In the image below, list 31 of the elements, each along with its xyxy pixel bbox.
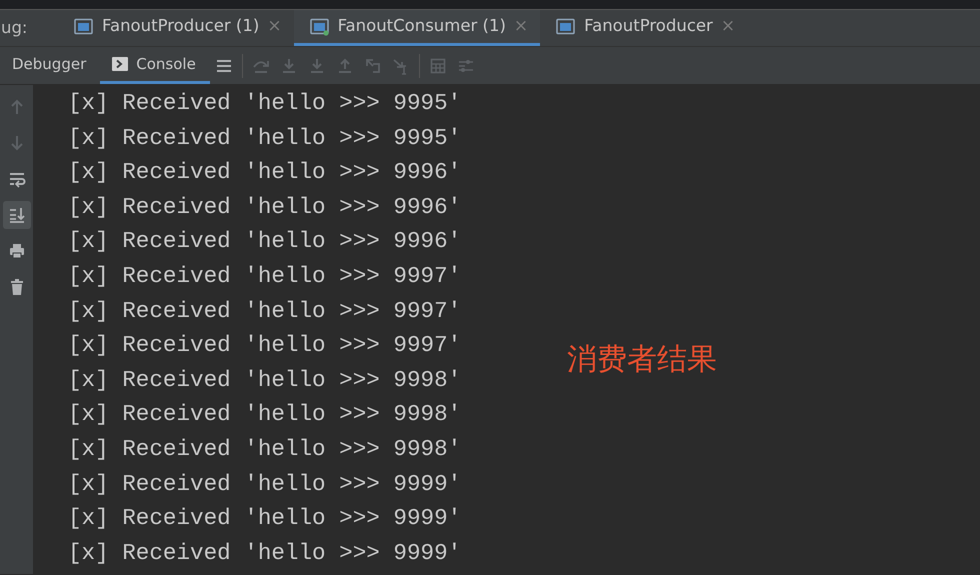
- calculator-icon: [428, 56, 447, 74]
- window-icon: [556, 18, 576, 36]
- printer-icon: [8, 242, 26, 260]
- run-tab[interactable]: FanoutConsumer (1) ×: [294, 10, 540, 46]
- console-line: [x] Received 'hello >>> 9998': [68, 400, 462, 430]
- console-line: [x] Received 'hello >>> 9996': [68, 227, 462, 256]
- console-line: [x] Received 'hello >>> 9996': [68, 158, 462, 188]
- scroll-to-end-icon: [8, 206, 26, 224]
- soft-wrap-icon: [8, 170, 26, 188]
- console-line: [x] Received 'hello >>> 9998': [68, 434, 462, 464]
- console-line: [x] Received 'hello >>> 9999': [68, 538, 462, 568]
- tool-tab[interactable]: Console: [100, 47, 210, 84]
- console-line: [x] Received 'hello >>> 9996': [68, 192, 462, 222]
- console-line: [x] Received 'hello >>> 9995': [68, 124, 462, 153]
- drop-frame-icon: [364, 56, 382, 74]
- gutter-button[interactable]: [2, 201, 30, 229]
- console-line: [x] Received 'hello >>> 9997': [68, 331, 462, 360]
- panel-label: ug:: [0, 16, 28, 39]
- tool-tab[interactable]: Debugger: [0, 47, 100, 84]
- console-line: [x] Received 'hello >>> 9997': [68, 262, 462, 291]
- run-tab[interactable]: FanoutProducer (1) ×: [58, 10, 294, 46]
- console-line: [x] Received 'hello >>> 9999': [68, 470, 462, 499]
- console-line: [x] Received 'hello >>> 9995': [68, 89, 462, 118]
- console-line: [x] Received 'hello >>> 9999': [68, 504, 462, 534]
- window-icon: [74, 18, 94, 36]
- annotation-text: 消费者结果: [567, 341, 717, 379]
- console-icon: [112, 56, 128, 72]
- console-line: [x] Received 'hello >>> 9997': [68, 296, 462, 326]
- window-icon: [310, 18, 330, 36]
- console-line: [x] Received 'hello >>> 9998': [68, 366, 462, 395]
- run-tab[interactable]: FanoutProducer ×: [540, 10, 748, 46]
